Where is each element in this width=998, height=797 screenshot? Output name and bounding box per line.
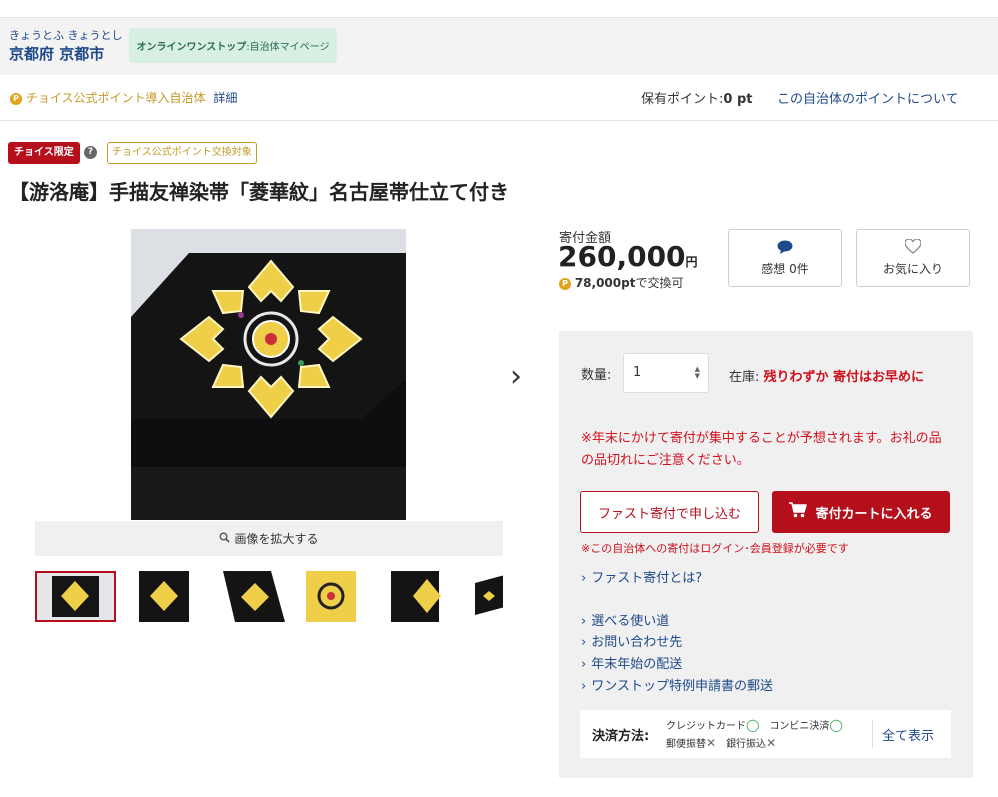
quantity-select[interactable]: 1 ▲ ▼ xyxy=(623,353,709,393)
speech-bubble-icon xyxy=(777,240,793,257)
link-onestop-mailing[interactable]: › ワンストップ特例申請書の郵送 xyxy=(581,675,773,694)
exchange-points-suffix: で交換可 xyxy=(635,276,684,290)
holding-points: 保有ポイント:0 pt xyxy=(641,88,752,107)
product-main-image[interactable] xyxy=(131,229,406,520)
point-exchange-info: P 78,000ptで交換可 xyxy=(559,274,683,291)
onestop-mypage-button[interactable]: オンラインワンストップ:自治体マイページ xyxy=(129,28,337,63)
municipality-name[interactable]: 京都府 京都市 xyxy=(9,43,104,64)
point-bar: P チョイス公式ポイント導入自治体 詳細 保有ポイント:0 pt この自治体のポ… xyxy=(0,75,998,121)
review-button[interactable]: 感想 0件 xyxy=(728,229,842,287)
add-to-cart-label: 寄付カートに入れる xyxy=(815,506,933,522)
top-border xyxy=(0,0,998,18)
about-points-link[interactable]: この自治体のポイントについて xyxy=(777,88,959,107)
donation-amount-unit: 円 xyxy=(685,255,698,269)
product-title: 【游洛庵】手描友禅染帯「菱華紋」名古屋帯仕立て付き xyxy=(9,180,509,204)
payment-method-postal: 郵便振替✕ xyxy=(666,736,717,750)
chevron-right-icon: › xyxy=(581,571,587,586)
holding-points-value: 0 pt xyxy=(723,92,753,107)
link-choose-usage[interactable]: › 選べる使い道 xyxy=(581,610,669,629)
unavailable-x-icon: ✕ xyxy=(706,736,717,750)
thumbnail-3[interactable] xyxy=(213,571,294,622)
fast-donation-button[interactable]: ファスト寄付で申し込む xyxy=(580,491,759,533)
payment-methods-box: 決済方法: クレジットカード◯ コンビニ決済◯ 郵便振替✕ 銀行振込✕ 全て表示 xyxy=(580,710,951,758)
available-circle-icon: ◯ xyxy=(746,718,760,732)
thumbnail-5[interactable] xyxy=(391,571,472,622)
obi-image xyxy=(131,229,406,520)
next-image-chevron-icon[interactable]: › xyxy=(504,359,528,394)
question-icon[interactable]: ? xyxy=(84,146,97,159)
favorite-label: お気に入り xyxy=(882,262,943,276)
chevron-right-icon: › xyxy=(581,614,587,629)
payment-label: 決済方法: xyxy=(592,729,650,744)
zoom-label: 画像を拡大する xyxy=(234,532,319,546)
stock-status: 在庫: 残りわずか 寄付はお早めに xyxy=(729,362,949,393)
donation-amount: 260,000円 xyxy=(558,240,698,273)
show-all-payment-link[interactable]: 全て表示 xyxy=(882,725,934,744)
payment-method-convenience: コンビニ決済◯ xyxy=(769,718,843,732)
donation-amount-value: 260,000 xyxy=(558,240,686,273)
point-coin-icon: P xyxy=(10,92,22,105)
zoom-image-button[interactable]: 画像を拡大する xyxy=(35,521,503,556)
official-point-label: チョイス公式ポイント導入自治体 xyxy=(25,91,206,105)
link-contact[interactable]: › お問い合わせ先 xyxy=(581,631,682,650)
login-required-note: ※この自治体への寄付はログイン･会員登録が必要です xyxy=(581,542,849,555)
choice-limited-badge: チョイス限定 xyxy=(8,142,80,164)
quantity-label: 数量: xyxy=(581,368,612,383)
thumbnail-6[interactable] xyxy=(475,571,503,622)
heart-icon xyxy=(904,238,922,257)
holding-points-label: 保有ポイント: xyxy=(641,92,724,107)
stock-warning: 残りわずか 寄付はお早めに xyxy=(763,370,925,385)
link-year-end-shipping[interactable]: › 年末年始の配送 xyxy=(581,653,682,672)
municipality-kana: きょうとふ きょうとし xyxy=(9,29,123,42)
magnifier-icon xyxy=(219,532,231,546)
favorite-button[interactable]: お気に入り xyxy=(856,229,970,287)
municipality-header: きょうとふ きょうとし 京都府 京都市 オンラインワンストップ:自治体マイページ xyxy=(0,18,998,75)
payment-method-bank: 銀行振込✕ xyxy=(726,736,777,750)
chevron-right-icon: › xyxy=(581,679,587,694)
link-fast-donation-about[interactable]: › ファスト寄付とは? xyxy=(581,567,702,586)
review-label: 感想 0件 xyxy=(761,261,809,276)
onestop-label-bold: オンラインワンストップ xyxy=(136,42,247,53)
chevron-right-icon: › xyxy=(581,635,587,650)
detail-link[interactable]: 詳細 xyxy=(213,91,237,105)
onestop-label-rest: :自治体マイページ xyxy=(246,42,330,53)
divider xyxy=(872,720,873,748)
point-exchange-badge: チョイス公式ポイント交換対象 xyxy=(107,142,257,164)
official-point-municipality: P チョイス公式ポイント導入自治体 詳細 xyxy=(10,89,237,106)
spinner-arrows-icon: ▲ ▼ xyxy=(694,365,700,380)
stock-label: 在庫: xyxy=(729,370,760,385)
cart-icon xyxy=(789,502,808,522)
payment-method-credit: クレジットカード◯ xyxy=(666,718,760,732)
thumbnail-1[interactable] xyxy=(35,571,116,622)
chevron-right-icon: › xyxy=(581,657,587,672)
available-circle-icon: ◯ xyxy=(829,718,843,732)
thumbnail-4[interactable] xyxy=(302,571,383,622)
thumbnail-strip xyxy=(35,571,503,622)
exchange-points: 78,000pt xyxy=(574,276,636,290)
quantity-value: 1 xyxy=(633,365,642,380)
year-end-notice: ※年末にかけて寄付が集中することが予想されます。お礼の品の品切れにご注意ください… xyxy=(581,431,942,468)
payment-method-list: クレジットカード◯ コンビニ決済◯ 郵便振替✕ 銀行振込✕ xyxy=(666,717,866,753)
thumbnail-2[interactable] xyxy=(124,571,205,622)
point-coin-icon: P xyxy=(559,277,571,290)
unavailable-x-icon: ✕ xyxy=(766,736,777,750)
order-panel: 数量: 1 ▲ ▼ 在庫: 残りわずか 寄付はお早めに ※年末にかけて寄付が集中す… xyxy=(559,331,973,778)
add-to-cart-button[interactable]: 寄付カートに入れる xyxy=(772,491,950,533)
